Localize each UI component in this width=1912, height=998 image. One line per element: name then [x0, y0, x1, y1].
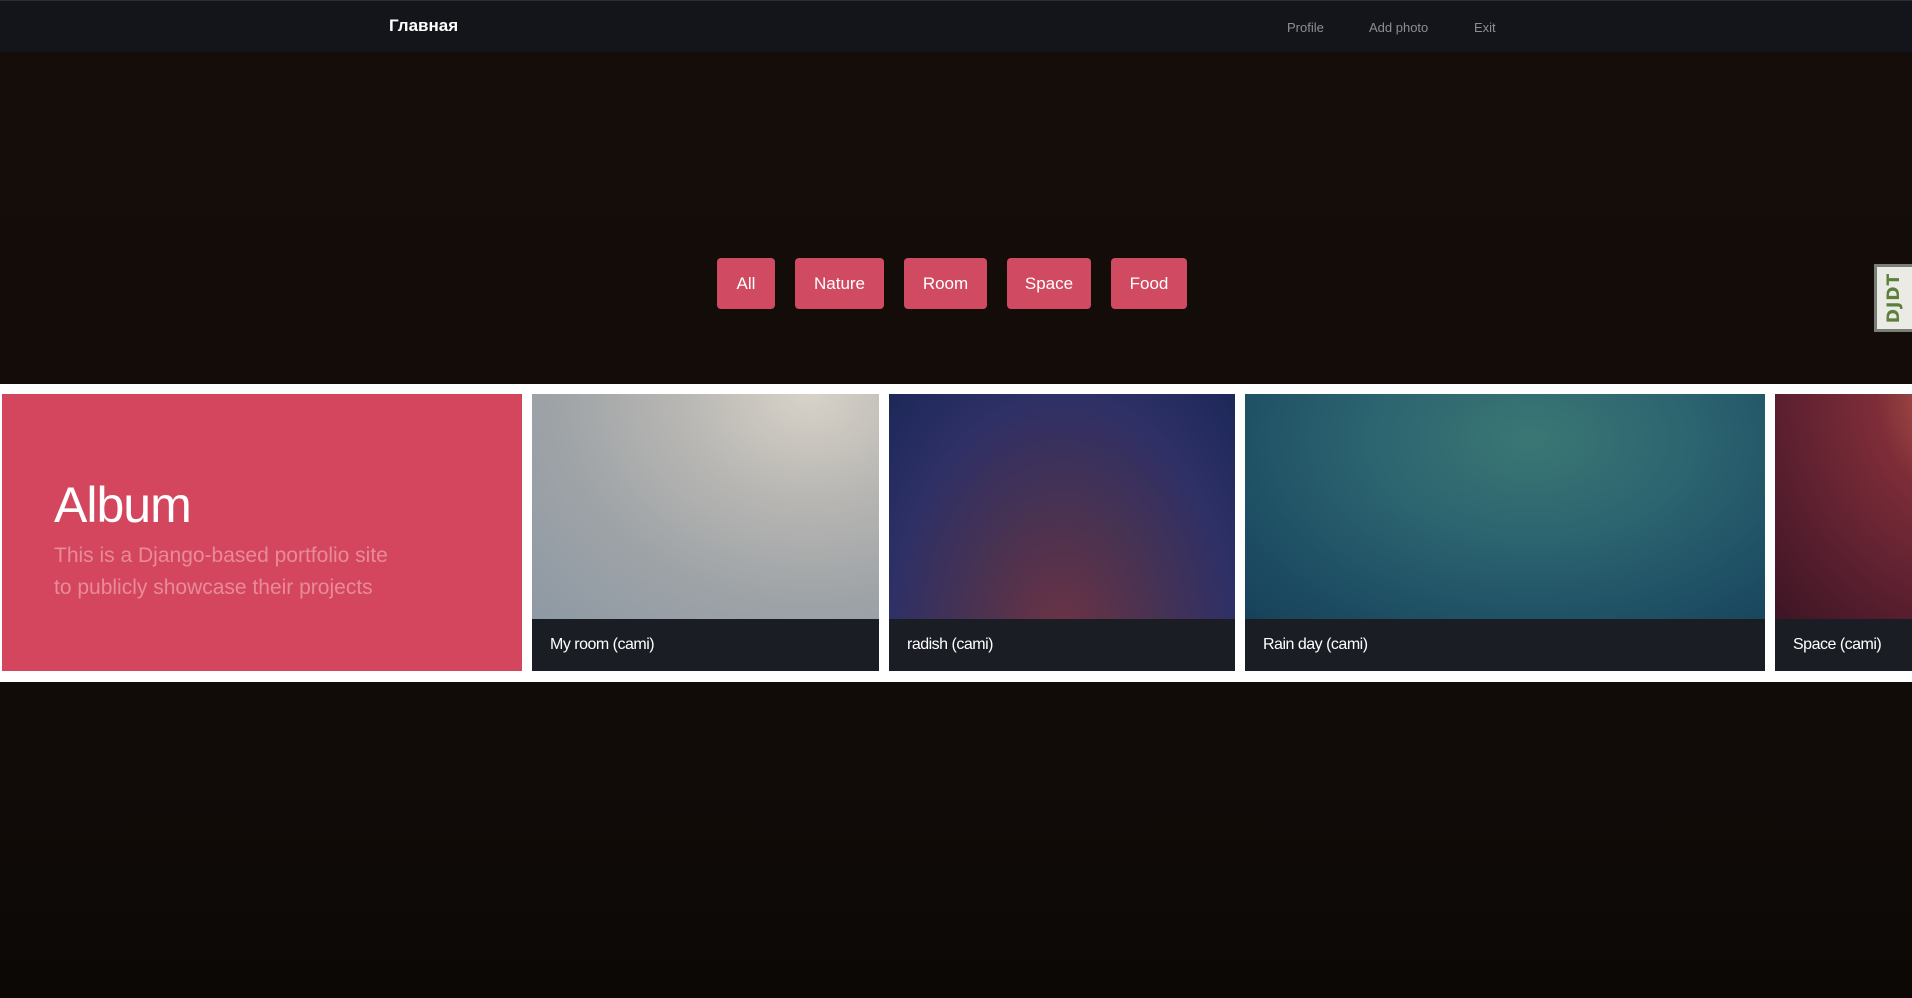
album-intro-card: Album This is a Django-based portfolio s…: [2, 394, 522, 671]
photo-caption-bar: My room (cami): [532, 619, 879, 671]
filter-space-button[interactable]: Space: [1007, 258, 1091, 309]
photo-caption: Rain day (cami): [1263, 636, 1368, 653]
photo-card[interactable]: Rain day (cami): [1245, 394, 1765, 671]
nav-profile-link[interactable]: Profile: [1287, 20, 1324, 35]
filter-room-button[interactable]: Room: [904, 258, 987, 309]
filter-nature-button[interactable]: Nature: [795, 258, 884, 309]
filter-all-button[interactable]: All: [717, 258, 775, 309]
photo-image: [1775, 394, 1912, 619]
photo-gallery-strip: Album This is a Django-based portfolio s…: [0, 384, 1912, 682]
photo-card[interactable]: radish (cami): [889, 394, 1235, 671]
photo-caption: My room (cami): [550, 636, 655, 653]
photo-caption-bar: Space (cami): [1775, 619, 1912, 671]
photo-caption-bar: radish (cami): [889, 619, 1235, 671]
brand-home-link[interactable]: Главная: [389, 16, 458, 36]
nav-add-photo-link[interactable]: Add photo: [1369, 20, 1428, 35]
photo-image: [1245, 394, 1765, 619]
django-debug-toolbar-handle[interactable]: DJDT: [1874, 264, 1912, 332]
page: Главная Profile Add photo Exit All Natur…: [0, 0, 1912, 998]
nav-exit-link[interactable]: Exit: [1474, 20, 1496, 35]
djdt-label: DJDT: [1884, 272, 1905, 324]
photo-image: [532, 394, 879, 619]
photo-card[interactable]: My room (cami): [532, 394, 879, 671]
album-title: Album: [54, 477, 192, 533]
album-description: This is a Django-based portfolio site to…: [54, 544, 388, 599]
photo-image: [889, 394, 1235, 619]
photo-card[interactable]: Space (cami): [1775, 394, 1912, 671]
photo-caption: Space (cami): [1793, 636, 1882, 653]
photo-caption-bar: Rain day (cami): [1245, 619, 1765, 671]
photo-caption: radish (cami): [907, 636, 993, 653]
top-navbar: Главная Profile Add photo Exit: [0, 0, 1912, 52]
filter-food-button[interactable]: Food: [1111, 258, 1187, 309]
